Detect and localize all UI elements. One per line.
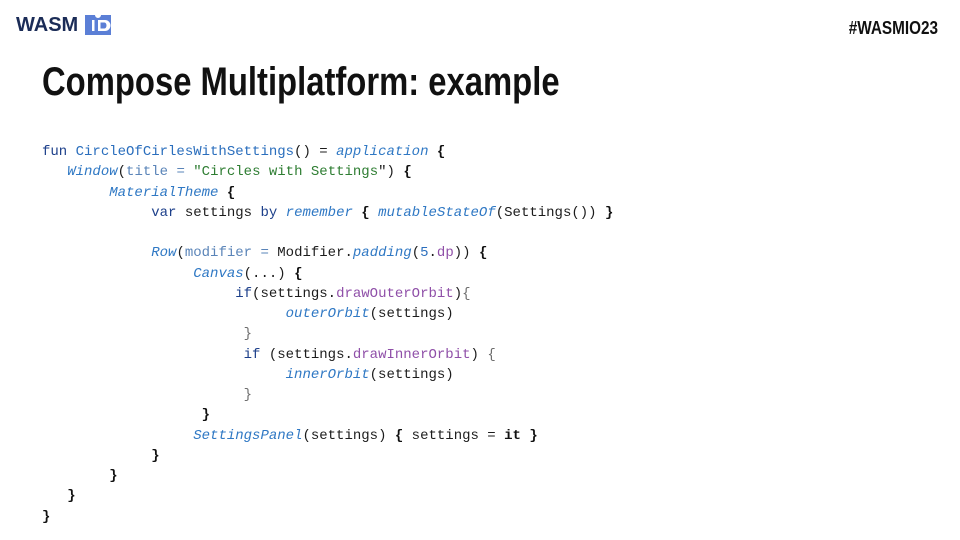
code-line: } [42,507,613,527]
code-token: } [529,427,538,444]
code-token: )) [453,245,479,262]
code-token: ) [470,346,488,363]
code-token: by [260,204,286,221]
code-token: (settings. [268,346,353,363]
code-line: Window(title = "Circles with Settings") … [42,162,613,182]
code-token: { [361,204,370,221]
code-token: } [243,326,253,343]
code-line: MaterialTheme { [42,183,613,203]
code-line: Canvas(...) { [42,264,613,284]
code-token: { [487,346,496,363]
code-token: { [226,184,236,201]
code-token: modifier = [184,245,278,262]
code-token: Row [151,245,177,262]
code-line: SettingsPanel(settings) { settings = it … [42,426,613,446]
code-token: ) [453,285,463,302]
code-token: ( [176,245,185,262]
wasm-io-logo-icon [85,15,112,35]
code-token: var [151,204,185,221]
code-line: Row(modifier = Modifier.padding(5.dp)) { [42,243,613,263]
code-token: () = [294,144,337,160]
code-token: remember [285,204,353,221]
code-token: outerOrbit [285,306,370,322]
code-token: settings = [403,427,505,444]
code-token: . [428,245,437,262]
code-token: it [504,427,521,444]
code-token: innerOrbit [285,366,370,383]
code-token: dp [436,245,454,262]
code-line: } [42,446,613,466]
code-line: } [42,324,613,344]
code-line: } [42,405,613,425]
code-token: (settings) [302,427,395,444]
code-token: ( [411,245,421,262]
code-snippet: fun CircleOfCirlesWithSettings() = appli… [42,142,613,527]
code-line: } [42,466,613,486]
code-token: (settings. [252,285,337,302]
code-token: Canvas [193,265,244,282]
code-token: { [478,245,488,262]
code-token: (...) [243,265,295,282]
logo-text: WASM [16,13,79,36]
code-token: } [243,387,253,403]
code-token: } [201,407,211,424]
code-line: } [42,486,613,506]
code-token: "Circles with Settings [193,164,379,181]
code-line: if (settings.drawInnerOrbit) { [42,345,613,365]
code-line: var settings by remember { mutableStateO… [42,203,613,223]
code-token: (Settings()) [495,204,605,221]
code-token: ") [378,164,404,181]
event-hashtag: #WASMIO23 [848,18,938,38]
code-line: outerOrbit(settings) [42,304,613,324]
code-token: MaterialTheme [109,184,219,201]
code-token: settings [184,204,261,221]
code-token: Window [67,164,118,181]
code-token: (settings) [369,306,454,322]
code-token: { [462,285,471,302]
code-token: title = [126,164,194,181]
wasm-io-logo: WASM [16,12,114,38]
code-line: } [42,385,613,405]
code-token: (settings) [369,366,454,383]
code-token: mutableStateOf [378,204,496,221]
code-line: innerOrbit(settings) [42,365,613,385]
code-token: drawInnerOrbit [352,346,471,363]
code-line: fun CircleOfCirlesWithSettings() = appli… [42,142,613,162]
code-token: } [151,447,160,464]
code-token: ( [117,164,127,181]
code-token: Modifier. [277,245,353,262]
slide-title: Compose Multiplatform: example [42,60,560,104]
code-line: if(settings.drawOuterOrbit){ [42,284,613,304]
code-token: CircleOfCirlesWithSettings [75,144,295,160]
code-token: { [403,164,412,181]
code-token: application [336,144,429,160]
code-token: if [243,346,269,363]
code-token: drawOuterOrbit [336,285,454,302]
code-token: { [436,144,446,160]
code-token: } [604,204,614,221]
code-token: SettingsPanel [193,427,303,444]
code-token: if [235,285,253,302]
code-token: { [294,265,303,282]
code-token: } [42,508,51,525]
code-token: } [67,488,76,505]
code-token: } [109,468,118,484]
code-token: padding [352,245,412,262]
code-token: 5 [420,245,429,262]
code-token: fun [42,144,76,160]
